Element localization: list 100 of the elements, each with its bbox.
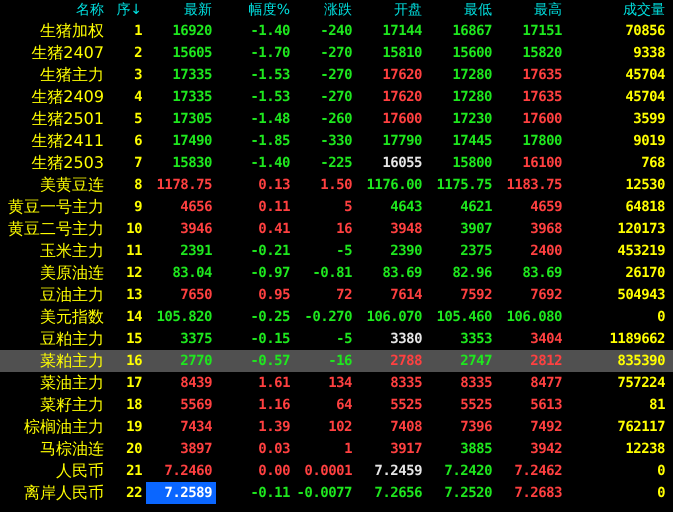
table-cell-text: -0.270	[303, 308, 353, 327]
quote-row[interactable]: 黄豆二号主力 10 3946 0.41 16 3948 3907 3968 120173	[0, 218, 673, 240]
table-cell-text: 4643	[389, 198, 423, 217]
table-cell-text: 17800	[521, 132, 563, 151]
table-cell-text: 7408	[389, 418, 423, 437]
table-cell-text: -0.97	[249, 264, 291, 283]
quote-row[interactable]: 生猪2503 7 15830 -1.40 -225 16055 15800 16100 768	[0, 152, 673, 174]
table-cell-text: 15820	[521, 44, 563, 63]
instrument-name: 美原油连	[39, 262, 105, 284]
column-header[interactable]: 开盘	[356, 0, 426, 20]
table-cell: 7.2589	[146, 482, 216, 504]
row-number: 1	[133, 22, 143, 41]
table-cell-text: 17280	[451, 66, 493, 85]
quote-row[interactable]: 生猪2501 5 17305 -1.48 -260 17600 17230 17600 3599	[0, 108, 673, 130]
table-cell-text: 17144	[381, 22, 423, 41]
table-cell-text: -270	[319, 88, 353, 107]
table-cell-text: 8335	[389, 374, 423, 393]
table-cell-text: 17335	[171, 66, 213, 85]
quote-row[interactable]: 玉米主力 11 2391 -0.21 -5 2390 2375 2400 453219	[0, 240, 673, 262]
table-cell-text: 5525	[459, 396, 493, 415]
table-cell-text: 17490	[171, 132, 213, 151]
quote-row[interactable]: 菜油主力 17 8439 1.61 134 8335 8335 8477 757224	[0, 372, 673, 394]
column-header[interactable]: 名称	[0, 0, 108, 20]
instrument-name: 生猪加权	[39, 20, 105, 42]
table-cell-text: 5	[343, 198, 353, 217]
volume-cell-text: 120173	[616, 220, 666, 239]
table-cell-text: 3353	[459, 330, 493, 349]
quote-row[interactable]: 美元指数 14 105.820 -0.25 -0.270 106.070 105.460 106.080 0	[0, 306, 673, 328]
table-cell-text: 83.69	[381, 264, 423, 283]
table-cell-text: 3375	[179, 330, 213, 349]
table-cell-text: 4659	[529, 198, 563, 217]
table-cell-text: 7492	[529, 418, 563, 437]
table-cell-text: -16	[327, 352, 353, 371]
table-cell-text: 3968	[529, 220, 563, 239]
quote-row[interactable]: 棕榈油主力 19 7434 1.39 102 7408 7396 7492 762117	[0, 416, 673, 438]
quote-row[interactable]: 生猪2411 6 17490 -1.85 -330 17790 17445 17800 9019	[0, 130, 673, 152]
instrument-name: 黄豆一号主力	[7, 196, 105, 218]
quote-row[interactable]: 生猪2409 4 17335 -1.53 -270 17620 17280 17635 45704	[0, 86, 673, 108]
table-cell-text: 3942	[529, 440, 563, 459]
table-cell-text: 106.070	[365, 308, 423, 327]
table-cell-text: -1.48	[249, 110, 291, 129]
table-cell-text: 82.96	[451, 264, 493, 283]
instrument-name: 菜油主力	[39, 372, 105, 394]
volume-cell-text: 64818	[624, 198, 666, 217]
table-cell-text: 8477	[529, 374, 563, 393]
table-cell-text: 2770	[179, 352, 213, 371]
table-cell-text: 7650	[179, 286, 213, 305]
row-number: 18	[125, 396, 143, 415]
quote-row[interactable]: 黄豆一号主力 9 4656 0.11 5 4643 4621 4659 64818	[0, 196, 673, 218]
column-header[interactable]: 成交量	[566, 0, 669, 20]
column-header[interactable]: 最低	[426, 0, 496, 20]
volume-cell-text: 9338	[632, 44, 666, 63]
quote-row[interactable]: 美黄豆连 8 1178.75 0.13 1.50 1176.00 1175.75 1183.75 12530	[0, 174, 673, 196]
instrument-name: 豆粕主力	[39, 328, 105, 350]
quote-row[interactable]: 生猪主力 3 17335 -1.53 -270 17620 17280 17635 45704	[0, 64, 673, 86]
table-cell-text: 7.2520	[443, 484, 493, 503]
column-header[interactable]: 最高	[496, 0, 566, 20]
column-header[interactable]: 幅度%	[216, 0, 294, 20]
quote-row[interactable]: 人民币 21 7.2460 0.00 0.0001 7.2459 7.2420 7.2462 0	[0, 460, 673, 482]
quote-row[interactable]: 豆粕主力 15 3375 -0.15 -5 3380 3353 3404 1189662	[0, 328, 673, 350]
table-cell-text: 2375	[459, 242, 493, 261]
table-cell-text: 17335	[171, 88, 213, 107]
table-cell-text: 3907	[459, 220, 493, 239]
column-header[interactable]: 最新	[146, 0, 216, 20]
row-number: 13	[125, 286, 143, 305]
quote-row[interactable]: 离岸人民币 22 7.2589 -0.11 -0.0077 7.2656 7.2520 7.2683 0	[0, 482, 673, 504]
row-number: 3	[133, 66, 143, 85]
volume-cell-text: 12238	[624, 440, 666, 459]
volume-cell-text: 453219	[616, 242, 666, 261]
volume-cell-text: 70856	[624, 22, 666, 41]
quote-row[interactable]: 生猪2407 2 15605 -1.70 -270 15810 15600 15820 9338	[0, 42, 673, 64]
table-cell-text: 17600	[381, 110, 423, 129]
instrument-name: 生猪2503	[30, 152, 105, 174]
column-header[interactable]: 序↓	[108, 0, 146, 20]
quote-row[interactable]: 豆油主力 13 7650 0.95 72 7614 7592 7692 504943	[0, 284, 673, 306]
row-number: 7	[133, 154, 143, 173]
table-cell-text: 3948	[389, 220, 423, 239]
table-cell-text: 5525	[389, 396, 423, 415]
table-cell-text: 15800	[451, 154, 493, 173]
table-cell-text: 17151	[521, 22, 563, 41]
row-number: 14	[125, 308, 143, 327]
quote-row[interactable]: 马棕油连 20 3897 0.03 1 3917 3885 3942 12238	[0, 438, 673, 460]
table-cell-text: 15830	[171, 154, 213, 173]
table-cell-text: 3404	[529, 330, 563, 349]
row-number: 4	[133, 88, 143, 107]
column-header[interactable]: 涨跌	[294, 0, 356, 20]
quote-row[interactable]: 生猪加权 1 16920 -1.40 -240 17144 16867 17151 70856	[0, 20, 673, 42]
table-cell-text: 7.2460	[163, 462, 213, 481]
table-cell-text: 1.61	[257, 374, 291, 393]
table-cell-text: -1.53	[249, 88, 291, 107]
table-cell-text: 7396	[459, 418, 493, 437]
quote-row[interactable]: 菜粕主力 16 2770 -0.57 -16 2788 2747 2812 835390	[0, 350, 673, 372]
row-number: 21	[125, 462, 143, 481]
table-cell-text: -330	[319, 132, 353, 151]
quote-row[interactable]: 菜籽主力 18 5569 1.16 64 5525 5525 5613 81	[0, 394, 673, 416]
row-number: 8	[133, 176, 143, 195]
quote-row[interactable]: 美原油连 12 83.04 -0.97 -0.81 83.69 82.96 83.69 26170	[0, 262, 673, 284]
table-cell-text: 4621	[459, 198, 493, 217]
table-cell-text: 2390	[389, 242, 423, 261]
table-cell-text: 5569	[179, 396, 213, 415]
